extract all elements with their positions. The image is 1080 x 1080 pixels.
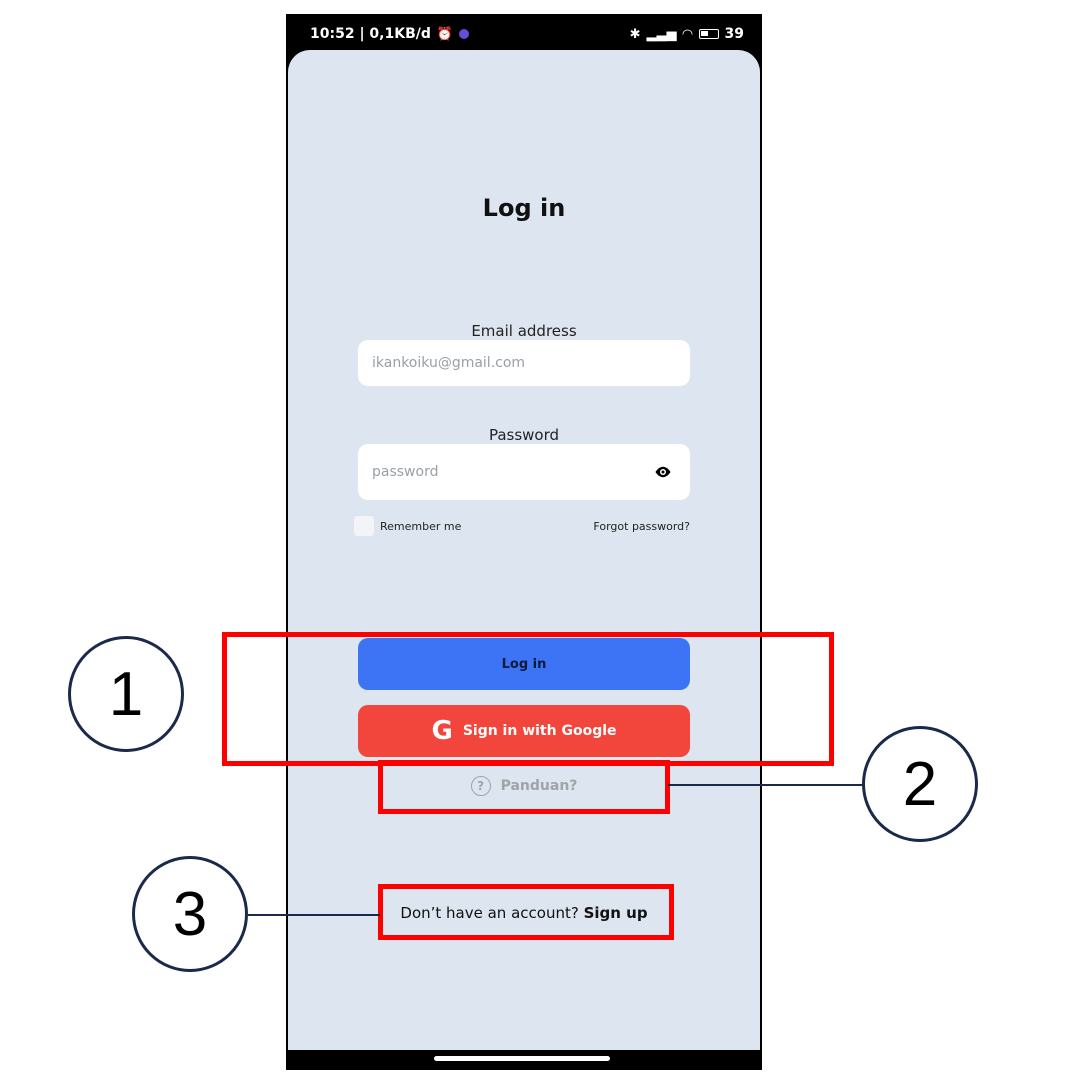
password-field[interactable] bbox=[358, 449, 638, 495]
signal-icon: ▂▃▅ bbox=[646, 26, 677, 42]
forgot-password-link[interactable]: Forgot password? bbox=[593, 520, 690, 533]
status-bar: 10:52 | 0,1KB/d ⏰ ✱ ▂▃▅ ◠ 39 bbox=[286, 14, 762, 54]
email-label: Email address bbox=[471, 322, 577, 340]
remember-me[interactable]: Remember me bbox=[354, 516, 461, 536]
email-field[interactable] bbox=[358, 340, 690, 386]
status-left: 10:52 | 0,1KB/d ⏰ bbox=[310, 26, 470, 42]
bluetooth-icon: ✱ bbox=[629, 26, 641, 42]
eye-icon[interactable] bbox=[654, 463, 672, 481]
annotation-callout-1: 1 bbox=[68, 636, 184, 752]
app-notification-icon bbox=[459, 29, 470, 39]
password-label: Password bbox=[488, 426, 560, 444]
annotation-line-2 bbox=[668, 784, 864, 786]
status-right: ✱ ▂▃▅ ◠ 39 bbox=[630, 26, 744, 42]
annotation-box-2 bbox=[378, 760, 670, 814]
password-field-container bbox=[358, 444, 690, 500]
annotation-callout-2: 2 bbox=[862, 726, 978, 842]
alarm-icon: ⏰ bbox=[436, 26, 454, 42]
annotation-line-3 bbox=[248, 914, 380, 916]
battery-icon bbox=[698, 29, 719, 39]
home-indicator[interactable] bbox=[434, 1056, 610, 1061]
status-time: 10:52 | 0,1KB/d bbox=[310, 26, 431, 42]
wifi-icon: ◠ bbox=[682, 26, 693, 42]
annotation-box-3 bbox=[378, 884, 674, 940]
battery-level: 39 bbox=[724, 26, 744, 42]
remember-label: Remember me bbox=[380, 519, 462, 533]
annotation-callout-3: 3 bbox=[132, 856, 248, 972]
annotation-box-1 bbox=[222, 632, 834, 766]
page-title: Log in bbox=[482, 194, 566, 222]
remember-checkbox[interactable] bbox=[354, 516, 374, 536]
canvas: 10:52 | 0,1KB/d ⏰ ✱ ▂▃▅ ◠ 39 Log in Emai… bbox=[0, 0, 1080, 1080]
